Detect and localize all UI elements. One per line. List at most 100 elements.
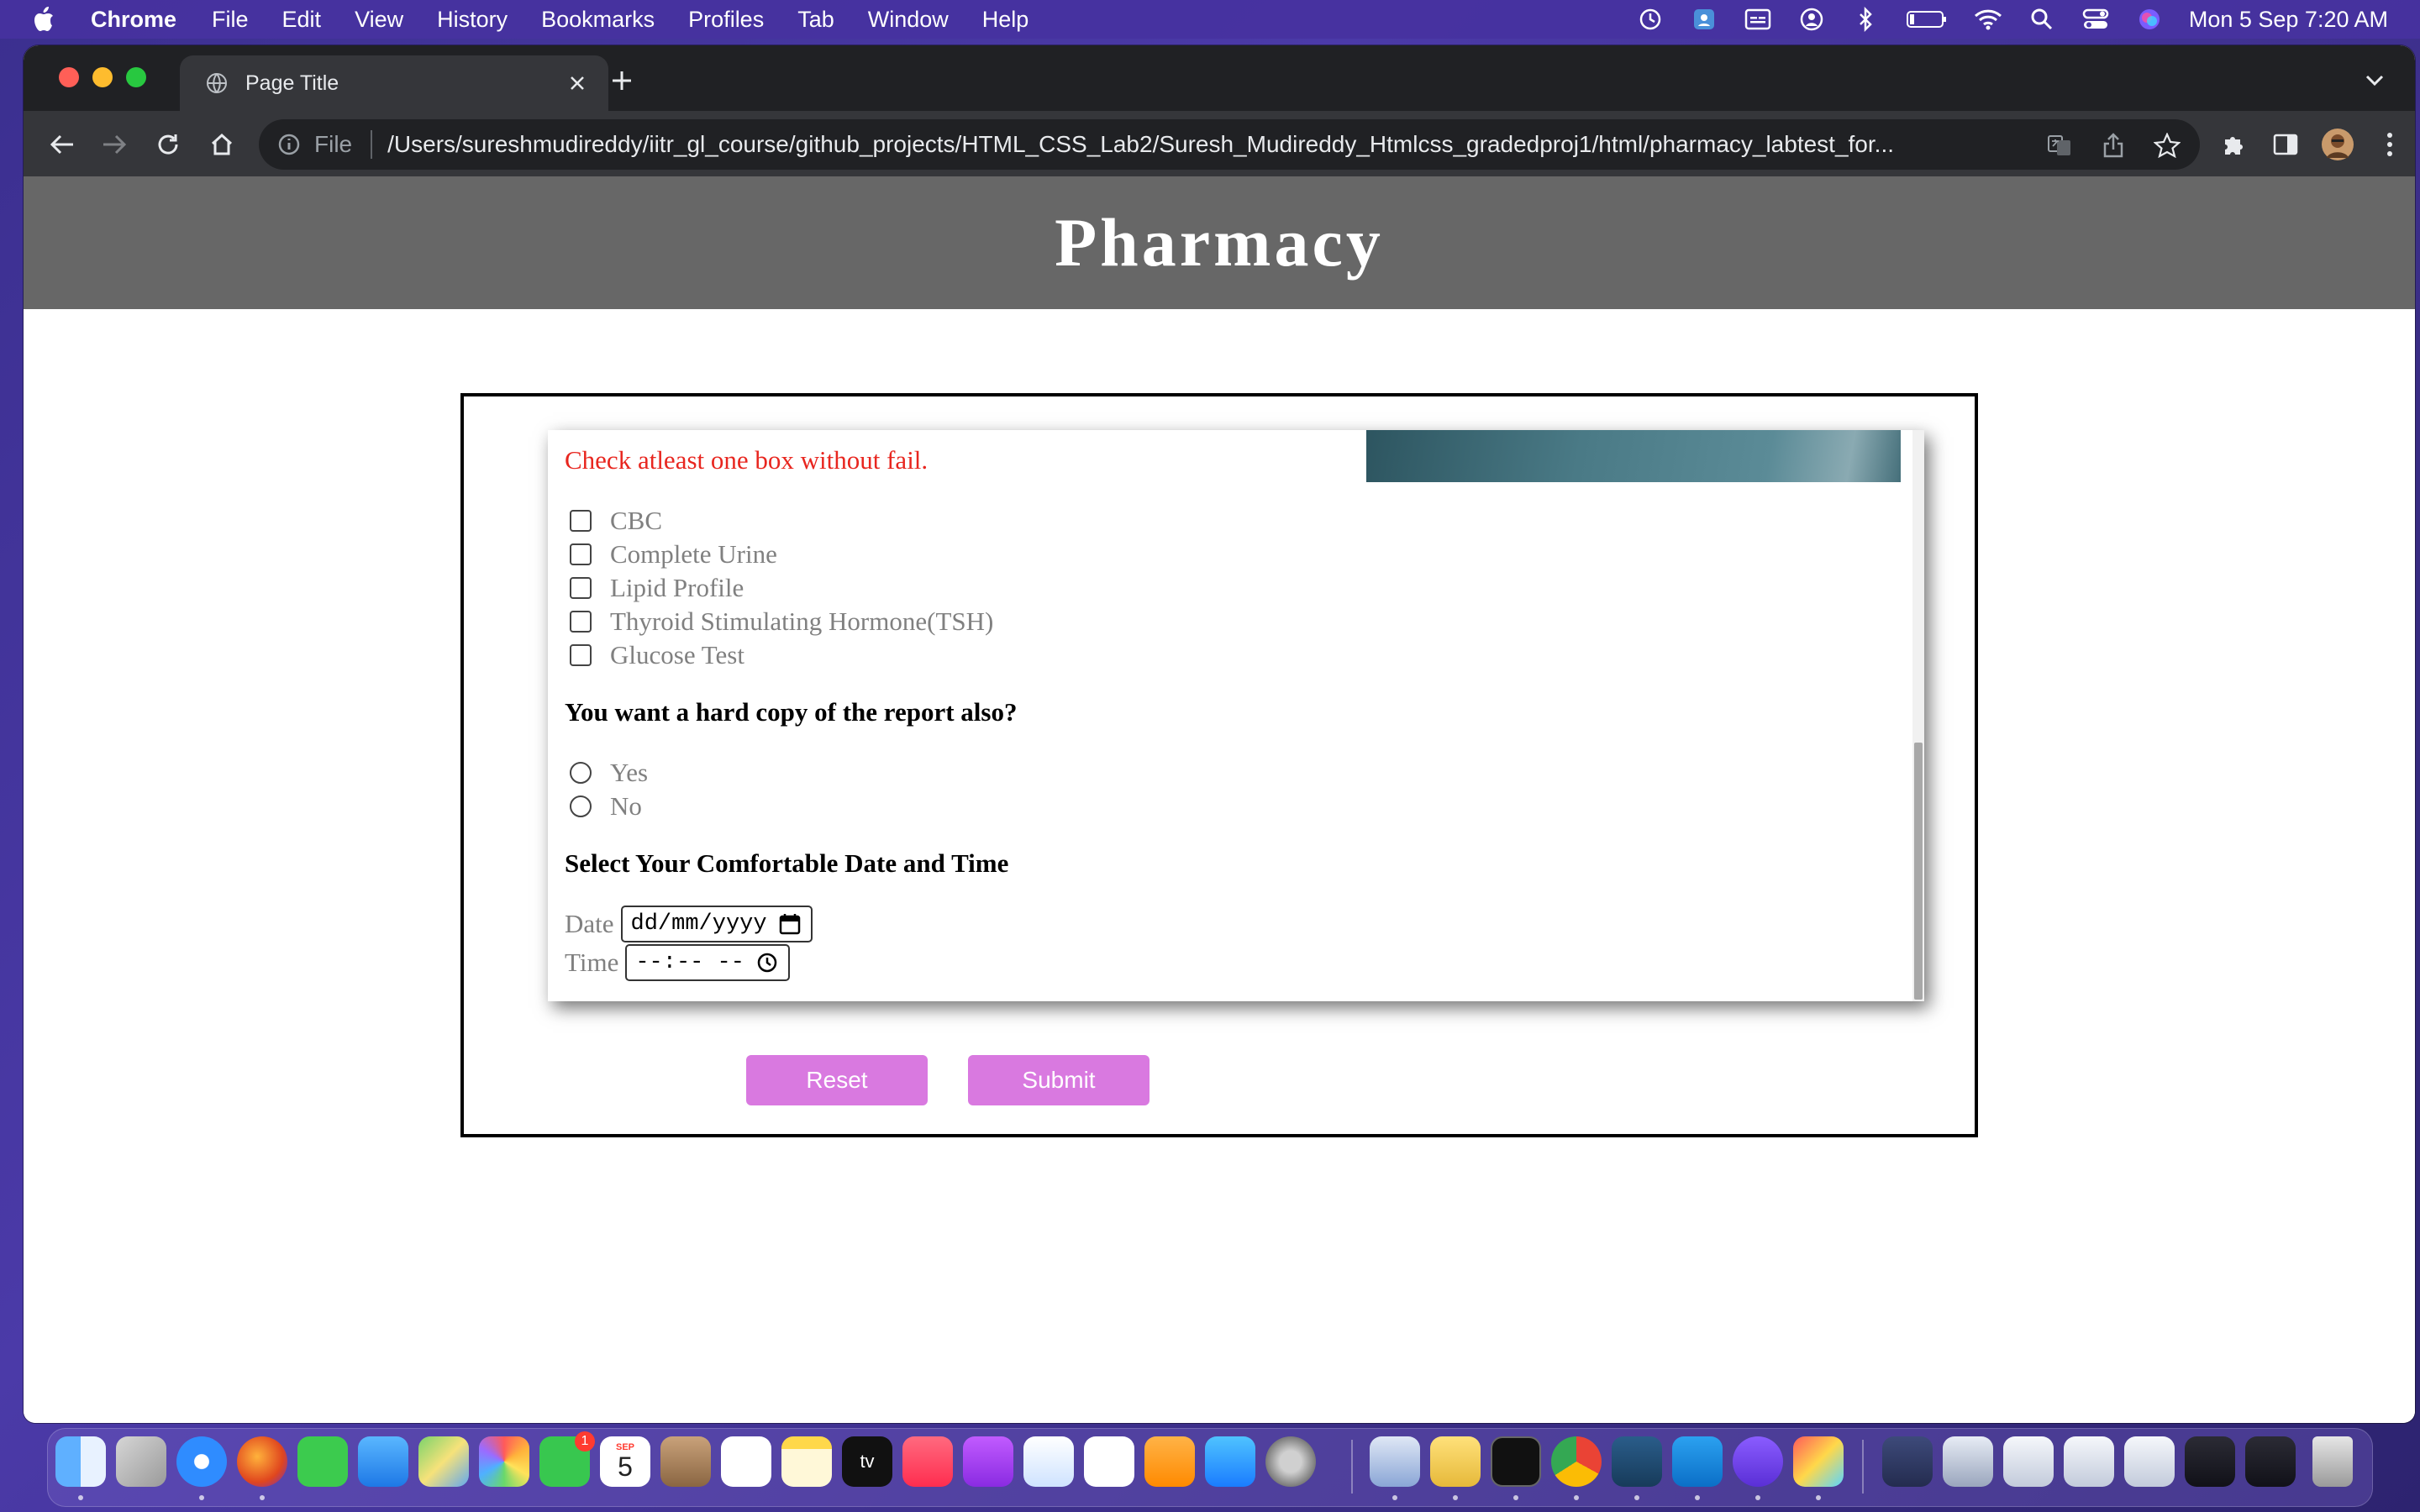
new-tab-plus-icon[interactable] <box>605 64 639 97</box>
facetime-icon[interactable]: 1 <box>539 1431 595 1487</box>
close-window-button[interactable] <box>59 67 79 87</box>
notes-folder-icon[interactable] <box>1430 1436 1481 1487</box>
menu-bookmarks[interactable]: Bookmarks <box>541 7 655 33</box>
menu-view[interactable]: View <box>355 7 403 33</box>
checkbox[interactable] <box>570 644 592 666</box>
time-input[interactable]: --:-- -- <box>625 944 790 981</box>
menu-profiles[interactable]: Profiles <box>688 7 764 33</box>
screenshot-thumbnail-1[interactable] <box>1943 1436 1993 1487</box>
side-panel-icon[interactable] <box>2269 128 2302 161</box>
menu-history[interactable]: History <box>437 7 508 33</box>
user-account-icon[interactable] <box>1797 7 1826 32</box>
mail-icon[interactable] <box>358 1436 408 1487</box>
submit-button[interactable]: Submit <box>968 1055 1150 1105</box>
menu-tab[interactable]: Tab <box>797 7 834 33</box>
zoom-window-button[interactable] <box>126 67 146 87</box>
checkbox[interactable] <box>570 543 592 565</box>
launchpad-icon[interactable] <box>116 1436 166 1487</box>
back-arrow-icon[interactable] <box>45 128 79 161</box>
keynote-icon[interactable] <box>1023 1436 1074 1487</box>
test-option-tsh[interactable]: Thyroid Stimulating Hormone(TSH) <box>570 606 993 637</box>
tab-search-chevron-icon[interactable] <box>2360 66 2390 96</box>
color-picker-icon[interactable] <box>1793 1436 1844 1487</box>
safari-icon[interactable] <box>176 1436 227 1487</box>
address-url[interactable]: /Users/sureshmudireddy/iitr_gl_course/gi… <box>387 131 2001 158</box>
finder-icon[interactable] <box>55 1436 106 1487</box>
downloads-stack-icon[interactable] <box>1882 1436 1933 1487</box>
numbers-icon[interactable] <box>1084 1436 1134 1487</box>
contacts-icon[interactable] <box>660 1436 711 1487</box>
music-icon[interactable] <box>902 1436 953 1487</box>
translate-icon[interactable] <box>2045 131 2074 160</box>
forward-arrow-icon[interactable] <box>97 128 131 161</box>
terminal-icon[interactable] <box>1491 1436 1541 1487</box>
checkbox[interactable] <box>570 510 592 532</box>
test-option-glucose[interactable]: Glucose Test <box>570 640 744 670</box>
chrome-menu-kebab-icon[interactable] <box>2373 128 2407 161</box>
checkbox[interactable] <box>570 611 592 633</box>
maps-icon[interactable] <box>418 1436 469 1487</box>
firefox-icon[interactable] <box>237 1436 287 1487</box>
system-preferences-icon[interactable] <box>1265 1436 1316 1487</box>
preview-icon[interactable] <box>1370 1436 1420 1487</box>
screen-sharing-icon[interactable] <box>1690 7 1718 32</box>
address-bar[interactable]: File /Users/sureshmudireddy/iitr_gl_cour… <box>259 119 2200 170</box>
screenshot-thumbnail-4[interactable] <box>2124 1436 2175 1487</box>
close-tab-icon[interactable] <box>565 71 590 96</box>
date-input[interactable]: dd/mm/yyyy <box>620 906 813 942</box>
hardcopy-option-yes[interactable]: Yes <box>570 758 648 788</box>
mysql-workbench-icon[interactable] <box>1612 1436 1662 1487</box>
site-info-icon[interactable] <box>277 132 302 157</box>
app-store-icon[interactable] <box>1205 1436 1255 1487</box>
menu-app-name[interactable]: Chrome <box>91 7 176 33</box>
scrollbar-thumb[interactable] <box>1914 743 1923 1000</box>
trash-icon[interactable] <box>2312 1436 2353 1487</box>
apple-tv-icon[interactable]: tv <box>842 1436 892 1487</box>
test-option-complete-urine[interactable]: Complete Urine <box>570 539 777 570</box>
reminders-icon[interactable] <box>721 1436 771 1487</box>
radio-button[interactable] <box>570 795 592 817</box>
menu-file[interactable]: File <box>212 7 249 33</box>
podcasts-icon[interactable] <box>963 1436 1013 1487</box>
messages-icon[interactable] <box>297 1436 348 1487</box>
checkbox[interactable] <box>570 577 592 599</box>
calendar-icon[interactable] <box>779 912 802 936</box>
test-option-cbc[interactable]: CBC <box>570 506 662 536</box>
vscode-icon[interactable] <box>1672 1436 1723 1487</box>
apple-logo-icon[interactable] <box>32 6 55 33</box>
battery-icon[interactable] <box>1905 7 1949 32</box>
reset-button[interactable]: Reset <box>746 1055 928 1105</box>
calendar-app-icon[interactable]: SEP 5 <box>600 1436 650 1487</box>
spotlight-search-icon[interactable] <box>2028 7 2056 32</box>
photos-icon[interactable] <box>479 1436 529 1487</box>
bbedit-icon[interactable] <box>1733 1436 1783 1487</box>
home-icon[interactable] <box>205 128 239 161</box>
reload-icon[interactable] <box>151 128 185 161</box>
menu-window[interactable]: Window <box>868 7 949 33</box>
screenshot-thumbnail-3[interactable] <box>2064 1436 2114 1487</box>
screenshot-thumbnail-6[interactable] <box>2245 1436 2296 1487</box>
radio-button[interactable] <box>570 762 592 784</box>
pages-icon[interactable] <box>1144 1436 1195 1487</box>
menu-bar-clock[interactable]: Mon 5 Sep 7:20 AM <box>2189 7 2388 33</box>
bookmark-star-icon[interactable] <box>2153 131 2181 160</box>
screenshot-thumbnail-2[interactable] <box>2003 1436 2054 1487</box>
tab-page-title[interactable]: Page Title <box>180 55 608 111</box>
extensions-puzzle-icon[interactable] <box>2217 128 2250 161</box>
menu-edit[interactable]: Edit <box>282 7 322 33</box>
control-center-icon[interactable] <box>2081 7 2110 32</box>
clock-icon[interactable] <box>756 951 780 974</box>
caption-icon[interactable] <box>1744 7 1772 32</box>
notes-icon[interactable] <box>781 1436 832 1487</box>
test-option-lipid-profile[interactable]: Lipid Profile <box>570 573 744 603</box>
time-machine-icon[interactable] <box>1636 7 1665 32</box>
chrome-icon[interactable] <box>1551 1436 1602 1487</box>
hardcopy-option-no[interactable]: No <box>570 791 642 822</box>
bluetooth-icon[interactable] <box>1851 7 1880 32</box>
menu-help[interactable]: Help <box>982 7 1029 33</box>
minimize-window-button[interactable] <box>92 67 113 87</box>
scrollable-form-panel[interactable]: Check atleast one box without fail. CBC … <box>548 430 1924 1001</box>
siri-icon[interactable] <box>2135 7 2164 32</box>
share-icon[interactable] <box>2099 131 2128 160</box>
profile-avatar[interactable] <box>2321 128 2354 161</box>
